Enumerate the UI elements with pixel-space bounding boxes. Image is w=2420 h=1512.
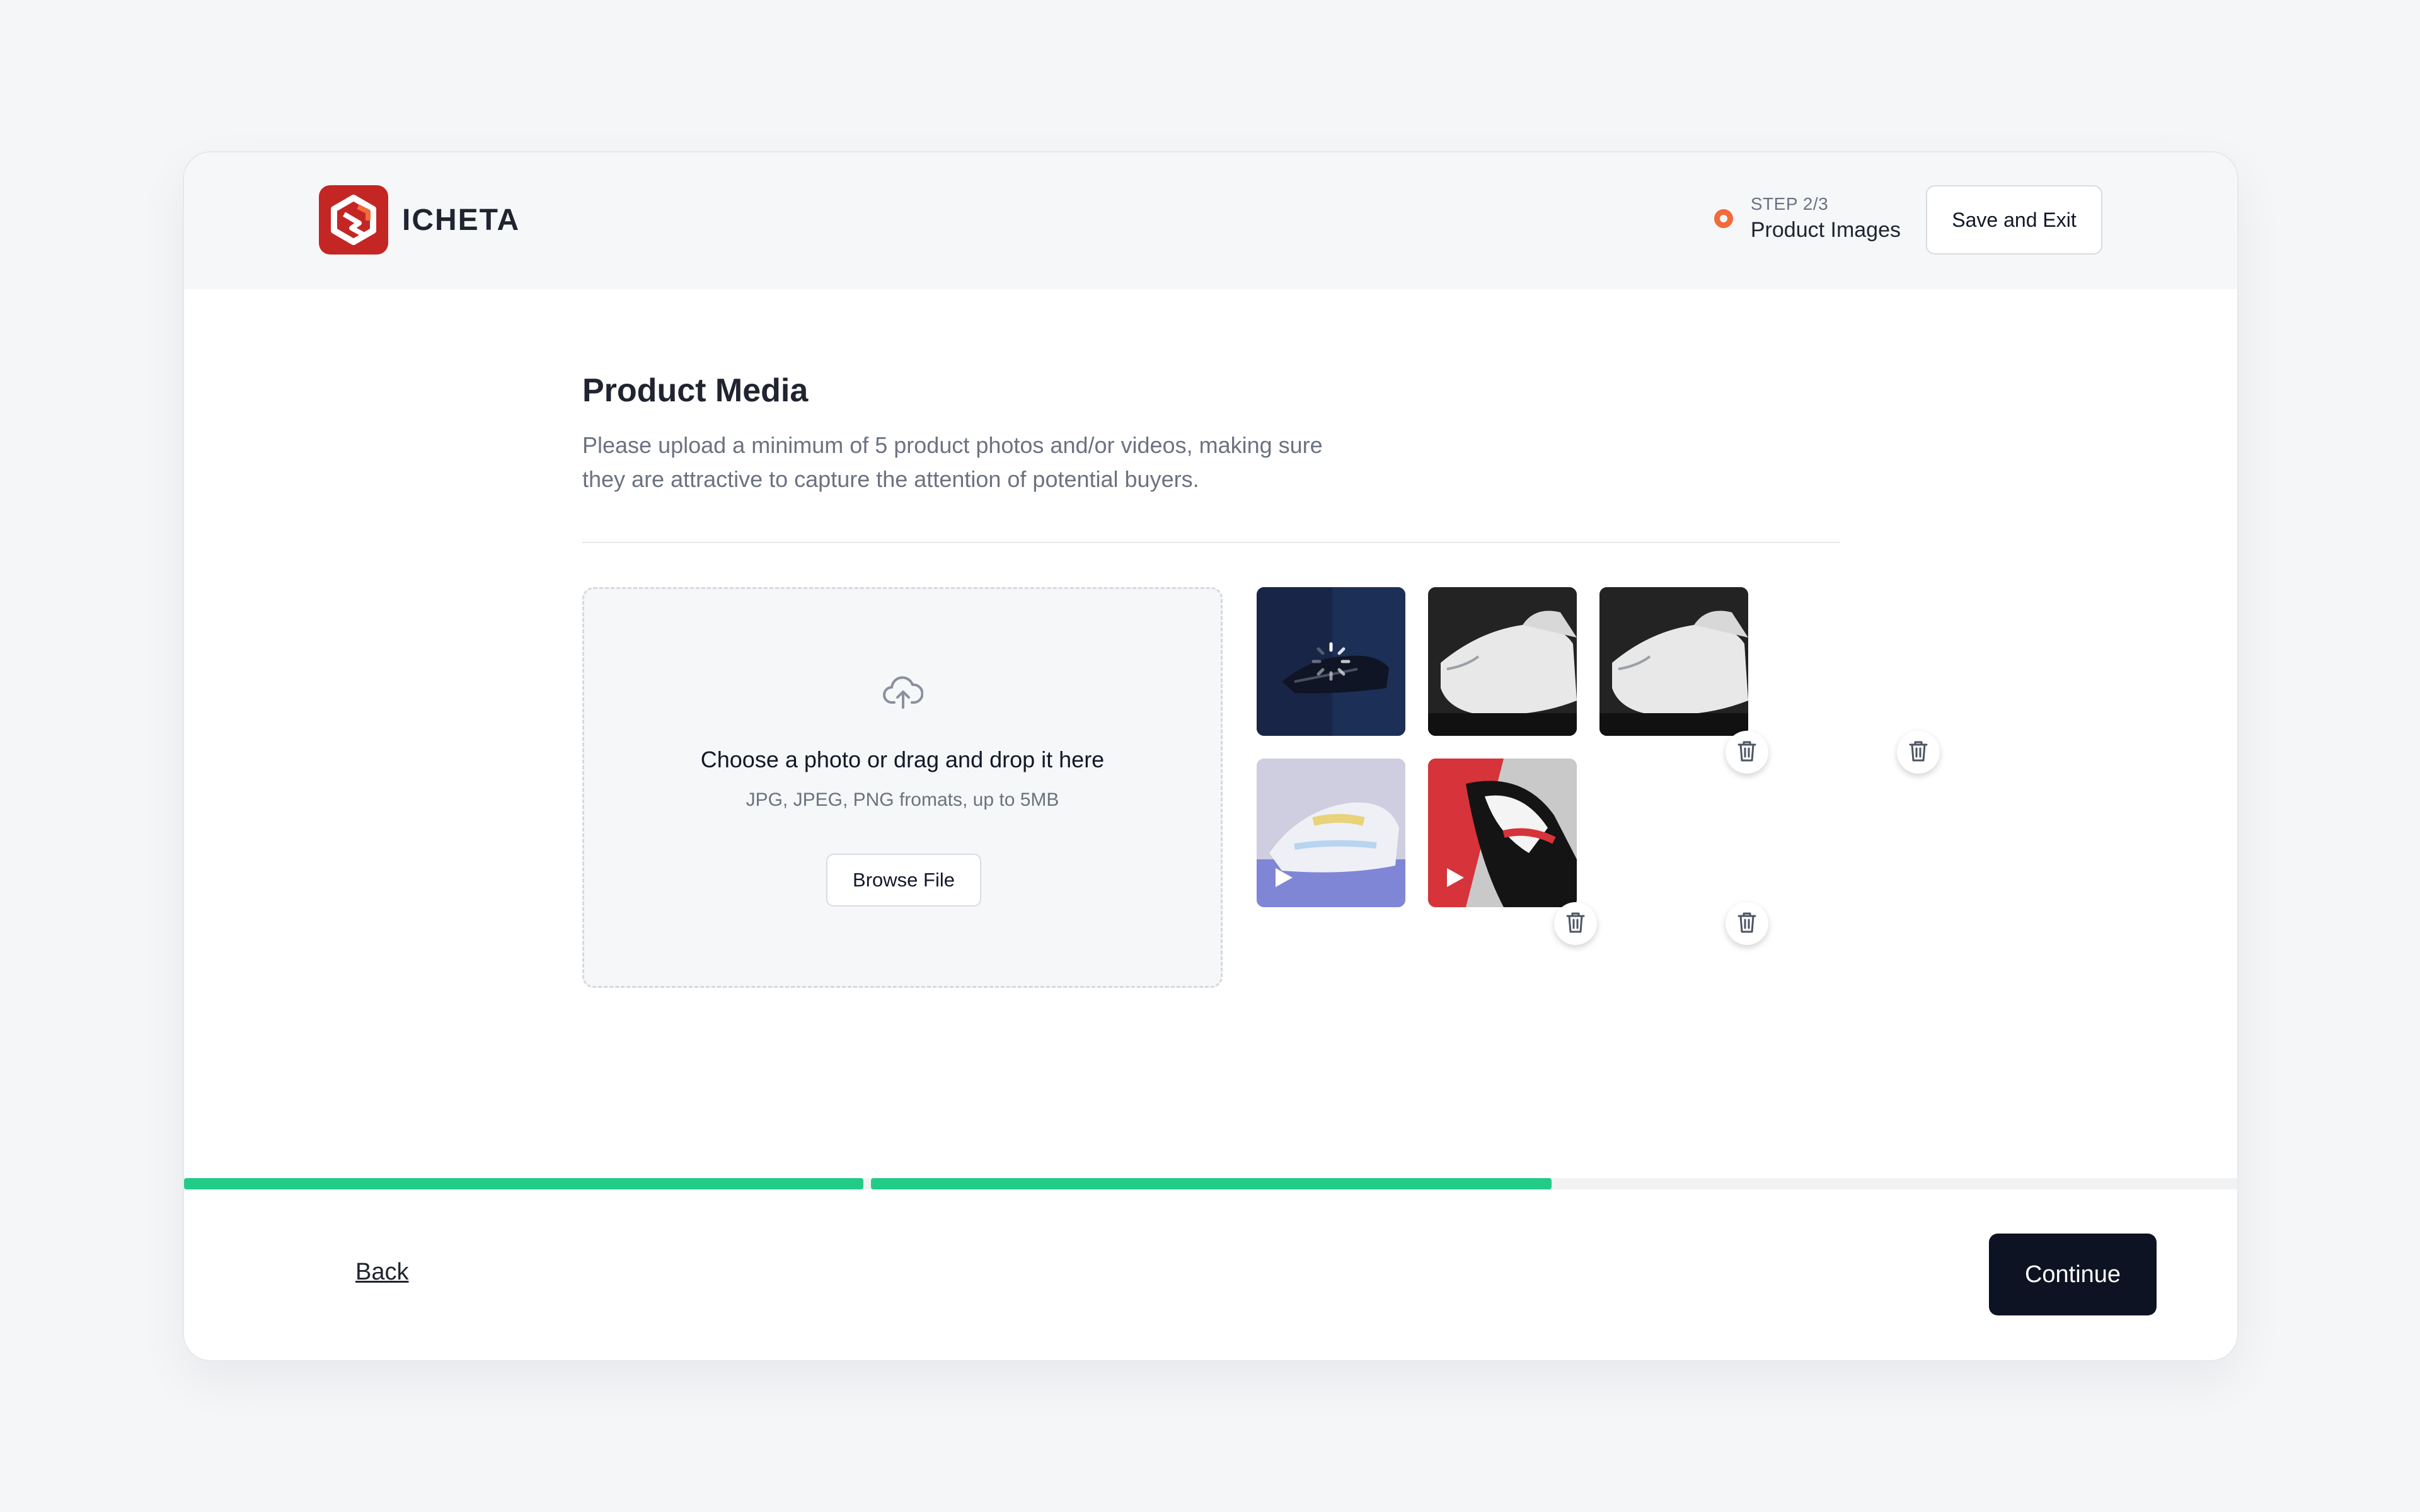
page-subtitle: Please upload a minimum of 5 product pho… xyxy=(582,432,1323,492)
play-icon xyxy=(1444,866,1466,892)
dropzone-title: Choose a photo or drag and drop it here xyxy=(700,747,1105,772)
continue-button[interactable]: Continue xyxy=(1989,1234,2157,1315)
divider xyxy=(582,542,1840,543)
trash-icon xyxy=(1736,910,1758,937)
media-thumbnail[interactable] xyxy=(1257,759,1405,907)
media-thumbnail[interactable] xyxy=(1257,587,1405,736)
step-progress-bar xyxy=(184,1178,2237,1189)
delete-media-button[interactable] xyxy=(1897,731,1940,774)
step-indicator: STEP 2/3 Product Images xyxy=(1714,194,1901,243)
step-label: STEP 2/3 xyxy=(1750,194,1829,214)
back-link[interactable]: Back xyxy=(355,1259,408,1286)
delete-media-button[interactable] xyxy=(1554,902,1597,945)
media-thumbnail[interactable] xyxy=(1599,587,1748,736)
upload-dropzone[interactable]: Choose a photo or drag and drop it here … xyxy=(582,587,1223,988)
dropzone-hint: JPG, JPEG, PNG fromats, up to 5MB xyxy=(746,789,1059,810)
progress-segment-2 xyxy=(871,1178,1552,1189)
browse-file-button[interactable]: Browse File xyxy=(826,854,981,907)
onboarding-card: ICHETA STEP 2/3 Product Images Save and … xyxy=(183,151,2238,1361)
logo-mark-icon xyxy=(319,185,388,255)
page-title: Product Media xyxy=(582,372,809,409)
step-title: Product Images xyxy=(1750,218,1901,242)
trash-icon xyxy=(1736,739,1758,766)
brand-name: ICHETA xyxy=(402,203,521,237)
delete-media-button[interactable] xyxy=(1726,731,1768,774)
media-thumbnail[interactable] xyxy=(1428,587,1577,736)
progress-segment-1 xyxy=(184,1178,863,1189)
logo: ICHETA xyxy=(319,185,520,255)
step-status-icon xyxy=(1714,209,1733,228)
loading-spinner-icon xyxy=(1310,640,1352,686)
delete-media-button[interactable] xyxy=(1726,902,1768,945)
top-bar: ICHETA STEP 2/3 Product Images Save and … xyxy=(184,152,2237,289)
play-icon xyxy=(1273,866,1294,892)
save-and-exit-button[interactable]: Save and Exit xyxy=(1926,185,2102,255)
trash-icon xyxy=(1565,910,1586,937)
cloud-upload-icon xyxy=(883,675,924,716)
trash-icon xyxy=(1908,739,1929,766)
media-thumbnail[interactable] xyxy=(1428,759,1577,907)
